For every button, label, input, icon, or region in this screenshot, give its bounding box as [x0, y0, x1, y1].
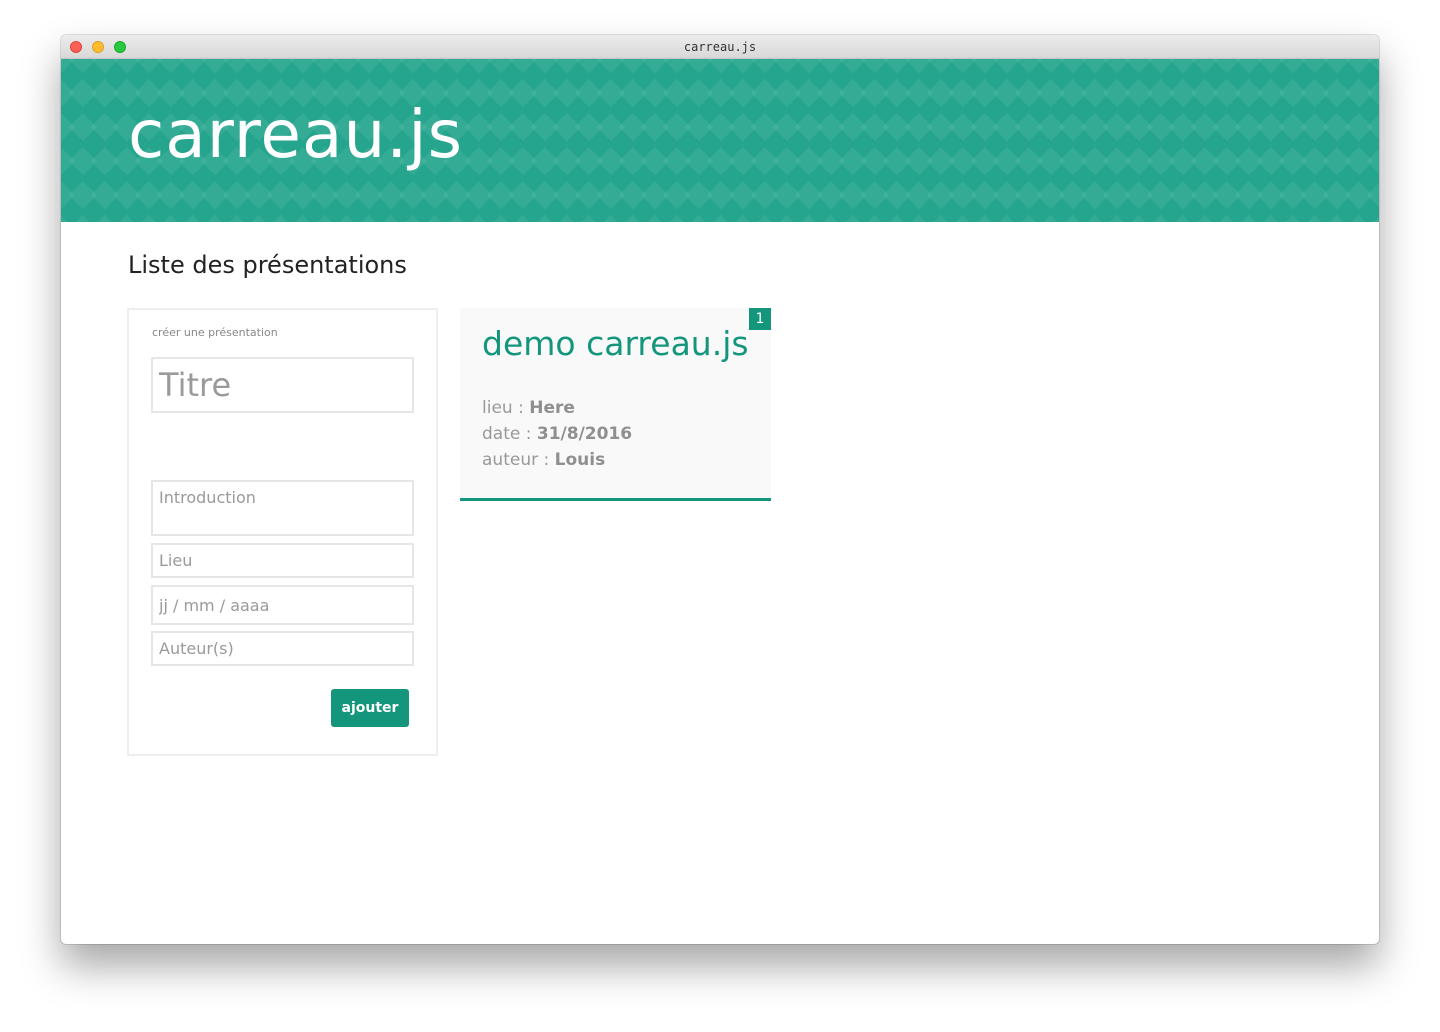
auteur-input[interactable] [151, 631, 414, 666]
lieu-label: lieu : [482, 398, 524, 418]
auteur-value: Louis [554, 450, 606, 470]
presentation-card[interactable]: 1 demo carreau.js lieu : Here date : 31/… [460, 308, 771, 501]
presentation-auteur: auteur : Louis [482, 449, 605, 471]
presentation-index-badge: 1 [749, 308, 771, 330]
create-presentation-form: créer une présentation ajouter [127, 308, 438, 756]
introduction-input[interactable] [151, 480, 414, 536]
page-title: Liste des présentations [128, 251, 407, 279]
brand-title: carreau.js [128, 96, 463, 173]
date-input[interactable] [151, 585, 414, 625]
window-titlebar: carreau.js [61, 35, 1379, 59]
title-input[interactable] [151, 357, 414, 413]
ajouter-button[interactable]: ajouter [331, 689, 409, 727]
form-caption: créer une présentation [152, 326, 278, 339]
date-label: date : [482, 424, 532, 444]
presentation-lieu: lieu : Here [482, 397, 575, 419]
presentation-title[interactable]: demo carreau.js [482, 324, 749, 364]
lieu-input[interactable] [151, 543, 414, 578]
date-value: 31/8/2016 [536, 424, 633, 444]
lieu-value: Here [529, 398, 575, 418]
presentation-date: date : 31/8/2016 [482, 423, 632, 445]
header-banner: carreau.js [61, 59, 1379, 222]
window-title: carreau.js [683, 40, 757, 54]
browser-window: carreau.js carreau.js Liste des présenta… [61, 35, 1379, 944]
auteur-label: auteur : [482, 450, 550, 470]
